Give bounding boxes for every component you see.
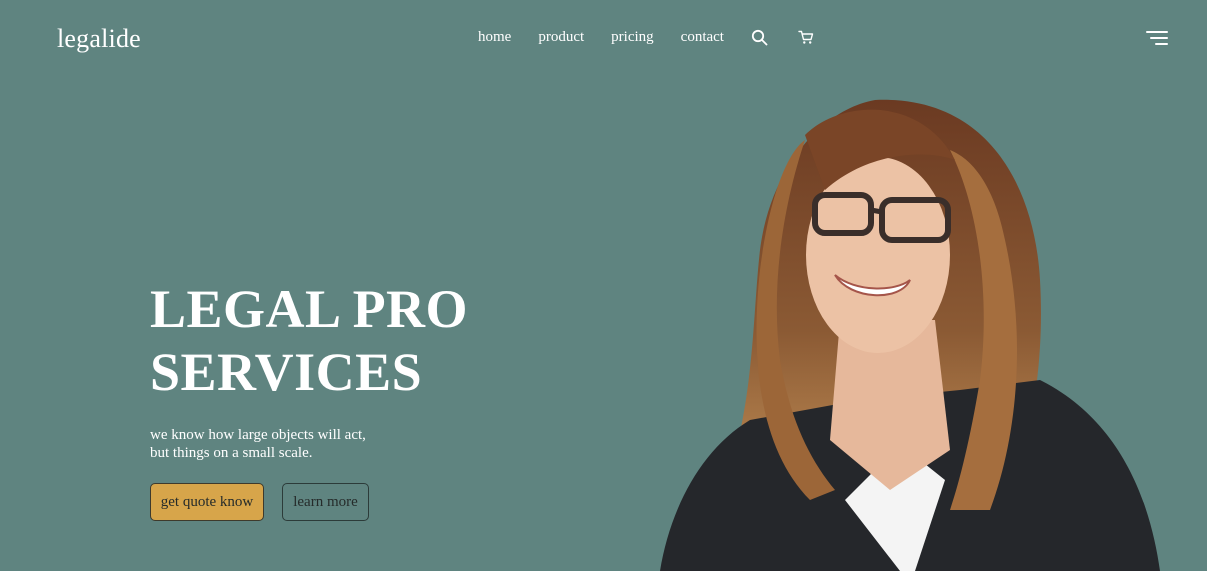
nav-home[interactable]: home <box>478 29 511 46</box>
nav-contact[interactable]: contact <box>681 29 724 46</box>
learn-more-button[interactable]: learn more <box>282 483 369 521</box>
main-nav: home product pricing contact <box>478 29 844 46</box>
nav-product[interactable]: product <box>538 29 584 46</box>
cart-icon[interactable] <box>798 30 814 45</box>
hero-subtitle-line1: we know how large objects will act, <box>150 427 366 443</box>
hero-title-line2: SERVICES <box>150 342 423 402</box>
search-icon[interactable] <box>751 29 768 46</box>
get-quote-button[interactable]: get quote know <box>150 483 264 521</box>
logo[interactable]: legalide <box>57 24 141 54</box>
hero-title-line1: LEGAL PRO <box>150 279 469 339</box>
nav-pricing[interactable]: pricing <box>611 29 654 46</box>
hero-title: LEGAL PRO SERVICES <box>150 278 468 404</box>
hero-subtitle: we know how large objects will act, but … <box>150 426 366 462</box>
hamburger-menu-icon[interactable] <box>1146 31 1168 47</box>
hero-portrait-image <box>660 99 1160 571</box>
hero-subtitle-line2: but things on a small scale. <box>150 445 313 461</box>
